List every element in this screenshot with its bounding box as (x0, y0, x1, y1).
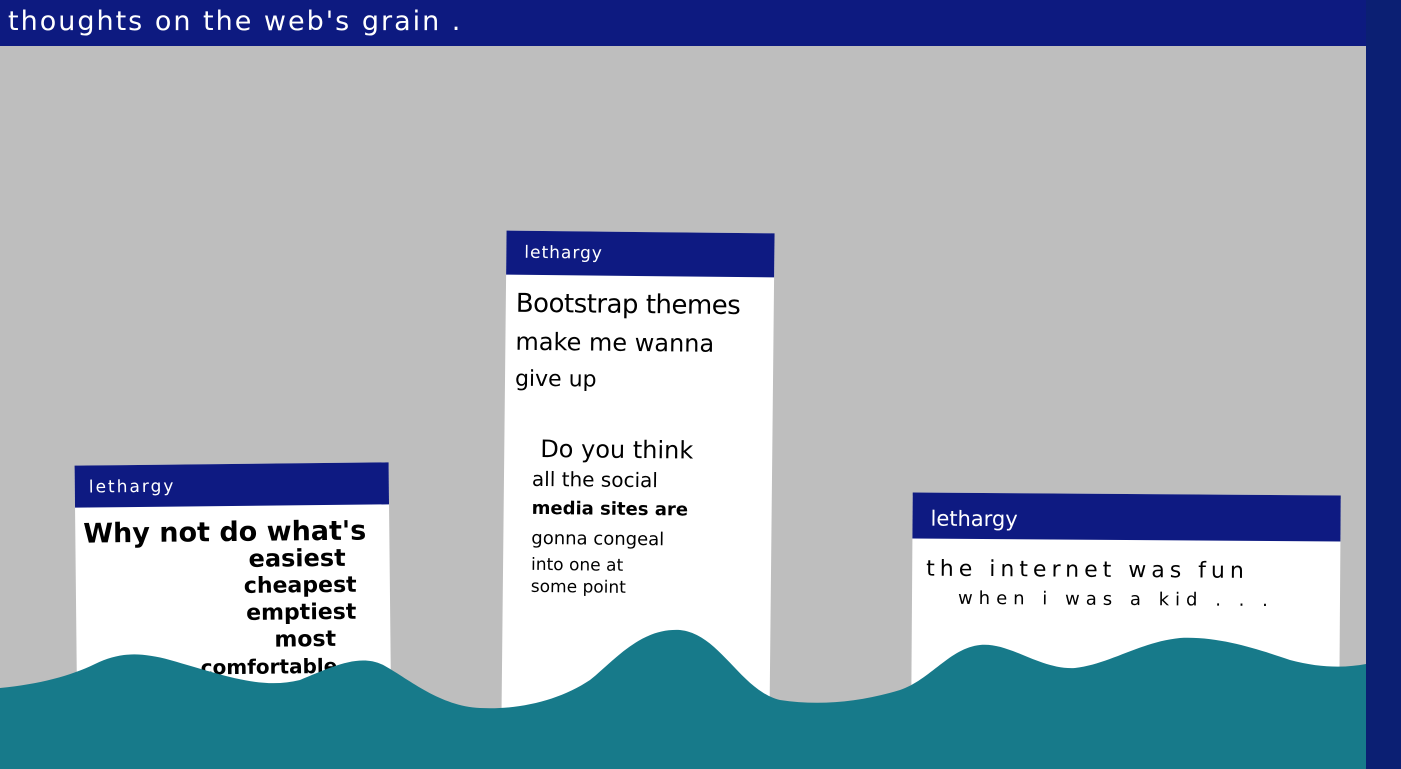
right-edge-strip (1366, 0, 1401, 769)
wave-fill (0, 629, 1366, 769)
wave-shape (0, 629, 1366, 769)
